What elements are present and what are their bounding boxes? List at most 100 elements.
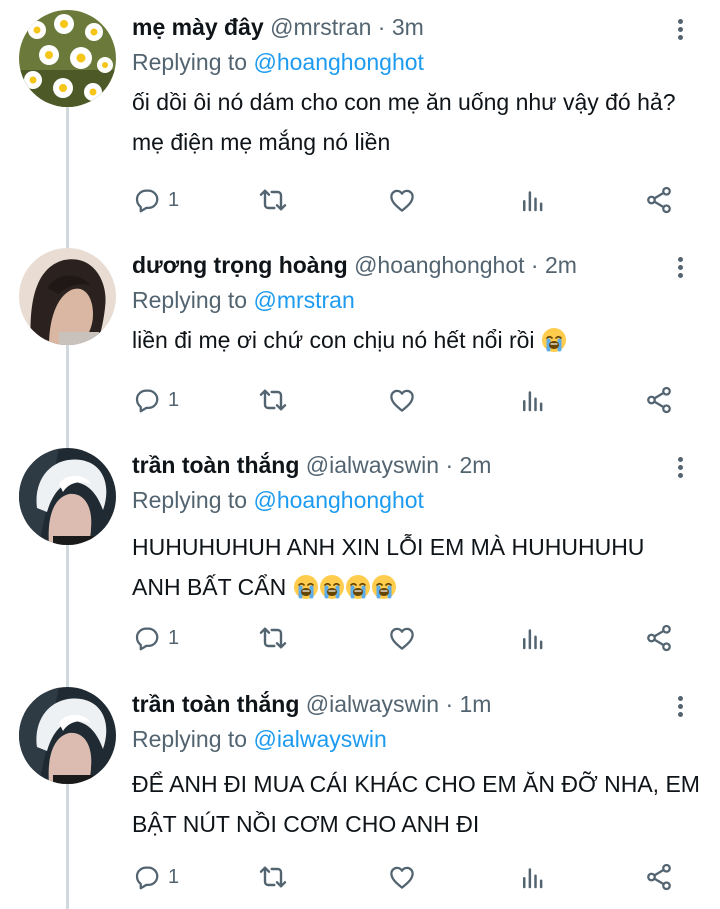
retweet-button[interactable] xyxy=(257,383,289,417)
retweet-icon xyxy=(259,627,287,649)
views-button[interactable] xyxy=(518,860,548,894)
reply-icon xyxy=(135,389,159,413)
tweet-header: mẹ mày đây @mrstran · 3m xyxy=(132,12,424,42)
reply-icon xyxy=(135,866,159,890)
like-button[interactable] xyxy=(387,621,417,655)
avatar[interactable] xyxy=(19,448,116,545)
more-icon[interactable] xyxy=(668,16,692,46)
more-icon[interactable] xyxy=(668,454,692,484)
tweet[interactable]: mẹ mày đây @mrstran · 3m Replying to @ho… xyxy=(0,0,720,228)
tweet-text: ĐỂ ANH ĐI MUA CÁI KHÁC CHO EM ĂN ĐỠ NHA,… xyxy=(132,771,700,837)
tweet-text-line-2: ANH BẤT CẨN xyxy=(132,567,702,607)
replying-to-label: Replying to xyxy=(132,287,248,313)
retweet-icon xyxy=(259,189,287,211)
tweet-header: trần toàn thắng @ialwayswin · 1m xyxy=(132,689,491,719)
tweet-header: trần toàn thắng @ialwayswin · 2m xyxy=(132,450,491,480)
mention-link[interactable]: @hoanghonghot xyxy=(253,487,423,513)
like-icon xyxy=(390,389,414,412)
timestamp[interactable]: 2m xyxy=(460,452,492,478)
reply-icon xyxy=(135,189,159,213)
tweet-header: dương trọng hoàng @hoanghonghot · 2m xyxy=(132,250,577,280)
loudly-crying-face-emoji xyxy=(292,574,319,600)
loudly-crying-face-emoji xyxy=(318,574,345,600)
retweet-button[interactable] xyxy=(257,183,289,217)
share-icon xyxy=(647,863,671,891)
user-handle[interactable]: @ialwayswin xyxy=(306,691,439,717)
reply-button[interactable]: 1 xyxy=(132,183,179,217)
retweet-button[interactable] xyxy=(257,621,289,655)
display-name[interactable]: mẹ mày đây xyxy=(132,14,264,40)
reply-count: 1 xyxy=(168,626,180,649)
replying-to-label: Replying to xyxy=(132,49,248,75)
tweet[interactable]: trần toàn thắng @ialwayswin · 1m Replyin… xyxy=(0,677,720,909)
tweet-text-container: HUHUHUHUH ANH XIN LỖI EM MÀ HUHUHUHU ANH… xyxy=(132,527,702,607)
replying-to-label: Replying to xyxy=(132,487,248,513)
views-icon xyxy=(523,191,543,212)
display-name[interactable]: trần toàn thắng xyxy=(132,452,299,478)
replying-to: Replying to @mrstran xyxy=(132,285,355,315)
loudly-crying-face-emoji xyxy=(344,574,371,600)
views-button[interactable] xyxy=(518,183,548,217)
action-bar: 1 xyxy=(132,183,692,217)
timestamp[interactable]: 1m xyxy=(460,691,492,717)
user-handle[interactable]: @hoanghonghot xyxy=(354,252,524,278)
reply-icon xyxy=(135,627,159,651)
separator-dot: · xyxy=(377,14,386,40)
views-icon xyxy=(523,629,543,650)
views-icon xyxy=(523,868,543,889)
reply-count: 1 xyxy=(168,188,180,211)
display-name[interactable]: trần toàn thắng xyxy=(132,691,299,717)
share-button[interactable] xyxy=(644,383,674,417)
display-name[interactable]: dương trọng hoàng xyxy=(132,252,348,278)
views-button[interactable] xyxy=(518,621,548,655)
loudly-crying-face-emoji xyxy=(541,327,567,353)
reply-button[interactable]: 1 xyxy=(132,621,179,655)
replying-to: Replying to @hoanghonghot xyxy=(132,47,424,77)
timestamp[interactable]: 3m xyxy=(392,14,424,40)
like-icon xyxy=(390,189,414,212)
like-button[interactable] xyxy=(387,860,417,894)
separator-dot: · xyxy=(445,691,454,717)
tweet-text-line: HUHUHUHUH ANH XIN LỖI EM MÀ HUHUHUHU xyxy=(132,534,645,560)
like-icon xyxy=(390,866,414,889)
mention-link[interactable]: @mrstran xyxy=(253,287,354,313)
share-button[interactable] xyxy=(644,621,674,655)
reply-count: 1 xyxy=(168,865,180,888)
share-button[interactable] xyxy=(644,183,674,217)
like-button[interactable] xyxy=(387,383,417,417)
tweet-text-container: liền đi mẹ ơi chứ con chịu nó hết nổi rồ… xyxy=(132,320,702,360)
reply-button[interactable]: 1 xyxy=(132,860,179,894)
more-icon[interactable] xyxy=(668,693,692,723)
action-bar: 1 xyxy=(132,860,692,894)
timestamp[interactable]: 2m xyxy=(545,252,577,278)
replying-to: Replying to @hoanghonghot xyxy=(132,485,424,515)
avatar[interactable] xyxy=(19,10,116,107)
tweet[interactable]: dương trọng hoàng @hoanghonghot · 2m Rep… xyxy=(0,238,720,428)
tweet-text: liền đi mẹ ơi chứ con chịu nó hết nổi rồ… xyxy=(132,327,535,353)
loudly-crying-face-emoji xyxy=(370,574,397,600)
views-icon xyxy=(523,391,543,412)
user-handle[interactable]: @ialwayswin xyxy=(306,452,439,478)
mention-link[interactable]: @ialwayswin xyxy=(253,726,386,752)
share-icon xyxy=(647,386,671,414)
tweet-text: ối dồi ôi nó dám cho con mẹ ăn uống như … xyxy=(132,89,676,155)
replying-to-label: Replying to xyxy=(132,726,248,752)
more-icon[interactable] xyxy=(668,254,692,284)
share-icon xyxy=(647,624,671,652)
replying-to: Replying to @ialwayswin xyxy=(132,724,387,754)
like-icon xyxy=(390,627,414,650)
action-bar: 1 xyxy=(132,383,692,417)
views-button[interactable] xyxy=(518,383,548,417)
like-button[interactable] xyxy=(387,183,417,217)
tweet[interactable]: trần toàn thắng @ialwayswin · 2m Replyin… xyxy=(0,438,720,676)
share-icon xyxy=(647,186,671,214)
reply-button[interactable]: 1 xyxy=(132,383,179,417)
separator-dot: · xyxy=(445,452,454,478)
reply-count: 1 xyxy=(168,388,180,411)
mention-link[interactable]: @hoanghonghot xyxy=(253,49,423,75)
avatar[interactable] xyxy=(19,248,116,345)
avatar[interactable] xyxy=(19,687,116,784)
share-button[interactable] xyxy=(644,860,674,894)
retweet-button[interactable] xyxy=(257,860,289,894)
user-handle[interactable]: @mrstran xyxy=(270,14,371,40)
